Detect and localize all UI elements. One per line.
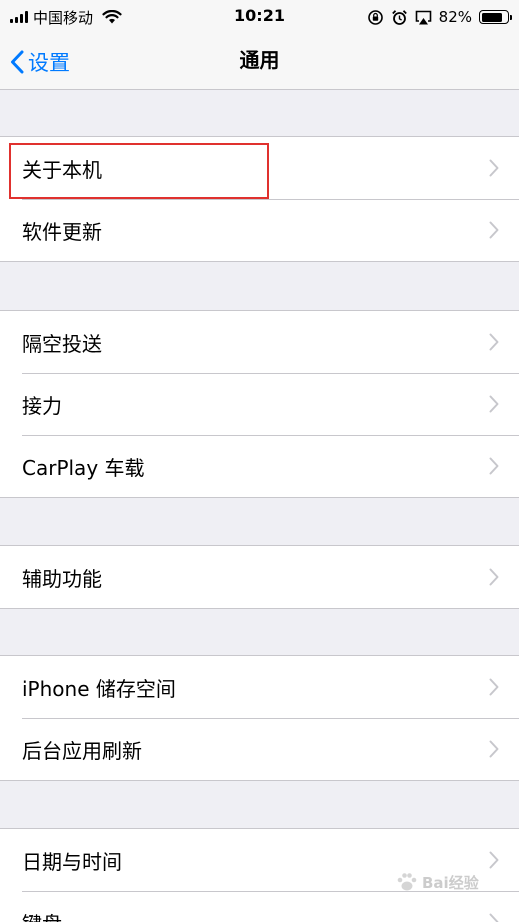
chevron-right-icon: [489, 457, 499, 475]
settings-group-storage: iPhone 储存空间 后台应用刷新: [0, 655, 519, 781]
row-label: 日期与时间: [22, 849, 122, 874]
airplay-icon: [415, 10, 431, 24]
orientation-lock-icon: [367, 9, 383, 25]
alarm-icon: [391, 9, 407, 25]
status-bar: 中国移动 10:21 82%: [0, 0, 519, 34]
battery-icon: [479, 10, 512, 24]
row-carplay[interactable]: CarPlay 车载: [0, 435, 519, 497]
row-iphone-storage[interactable]: iPhone 储存空间: [0, 656, 519, 718]
status-left: 中国移动: [10, 0, 122, 34]
row-software-update[interactable]: 软件更新: [0, 199, 519, 261]
row-background-refresh[interactable]: 后台应用刷新: [0, 718, 519, 780]
row-label: 后台应用刷新: [22, 738, 142, 763]
chevron-right-icon: [489, 333, 499, 351]
row-label: 接力: [22, 393, 62, 418]
row-label: CarPlay 车载: [22, 455, 145, 480]
chevron-right-icon: [489, 740, 499, 758]
navigation-bar: 设置 通用: [0, 34, 519, 90]
chevron-left-icon: [11, 50, 24, 74]
settings-group-accessibility: 辅助功能: [0, 545, 519, 609]
wifi-icon: [102, 10, 122, 24]
battery-percent: 82%: [438, 8, 472, 26]
chevron-right-icon: [489, 568, 499, 586]
battery-level: [481, 12, 502, 22]
chevron-right-icon: [489, 159, 499, 177]
page-title: 通用: [239, 48, 280, 72]
settings-group-connectivity: 隔空投送 接力 CarPlay 车载: [0, 310, 519, 498]
row-label: 关于本机: [22, 157, 102, 182]
back-label: 设置: [28, 51, 70, 75]
row-airdrop[interactable]: 隔空投送: [0, 311, 519, 373]
row-keyboard[interactable]: 键盘: [0, 891, 519, 922]
back-button[interactable]: 设置: [10, 34, 70, 90]
row-about[interactable]: 关于本机: [0, 137, 519, 199]
chevron-right-icon: [489, 395, 499, 413]
row-date-time[interactable]: 日期与时间: [0, 829, 519, 891]
settings-group-about: 关于本机 软件更新: [0, 136, 519, 262]
row-label: iPhone 储存空间: [22, 676, 176, 701]
row-label: 隔空投送: [22, 331, 102, 356]
signal-icon: [10, 11, 28, 23]
chevron-right-icon: [489, 678, 499, 696]
settings-group-datetime: 日期与时间 键盘: [0, 828, 519, 922]
carrier-label: 中国移动: [33, 8, 94, 27]
chevron-right-icon: [489, 913, 499, 922]
row-handoff[interactable]: 接力: [0, 373, 519, 435]
row-accessibility[interactable]: 辅助功能: [0, 546, 519, 608]
row-label: 键盘: [22, 908, 62, 922]
chevron-right-icon: [489, 221, 499, 239]
chevron-right-icon: [489, 851, 499, 869]
row-label: 辅助功能: [22, 566, 102, 591]
row-label: 软件更新: [22, 219, 102, 244]
status-right: 82%: [367, 0, 512, 34]
